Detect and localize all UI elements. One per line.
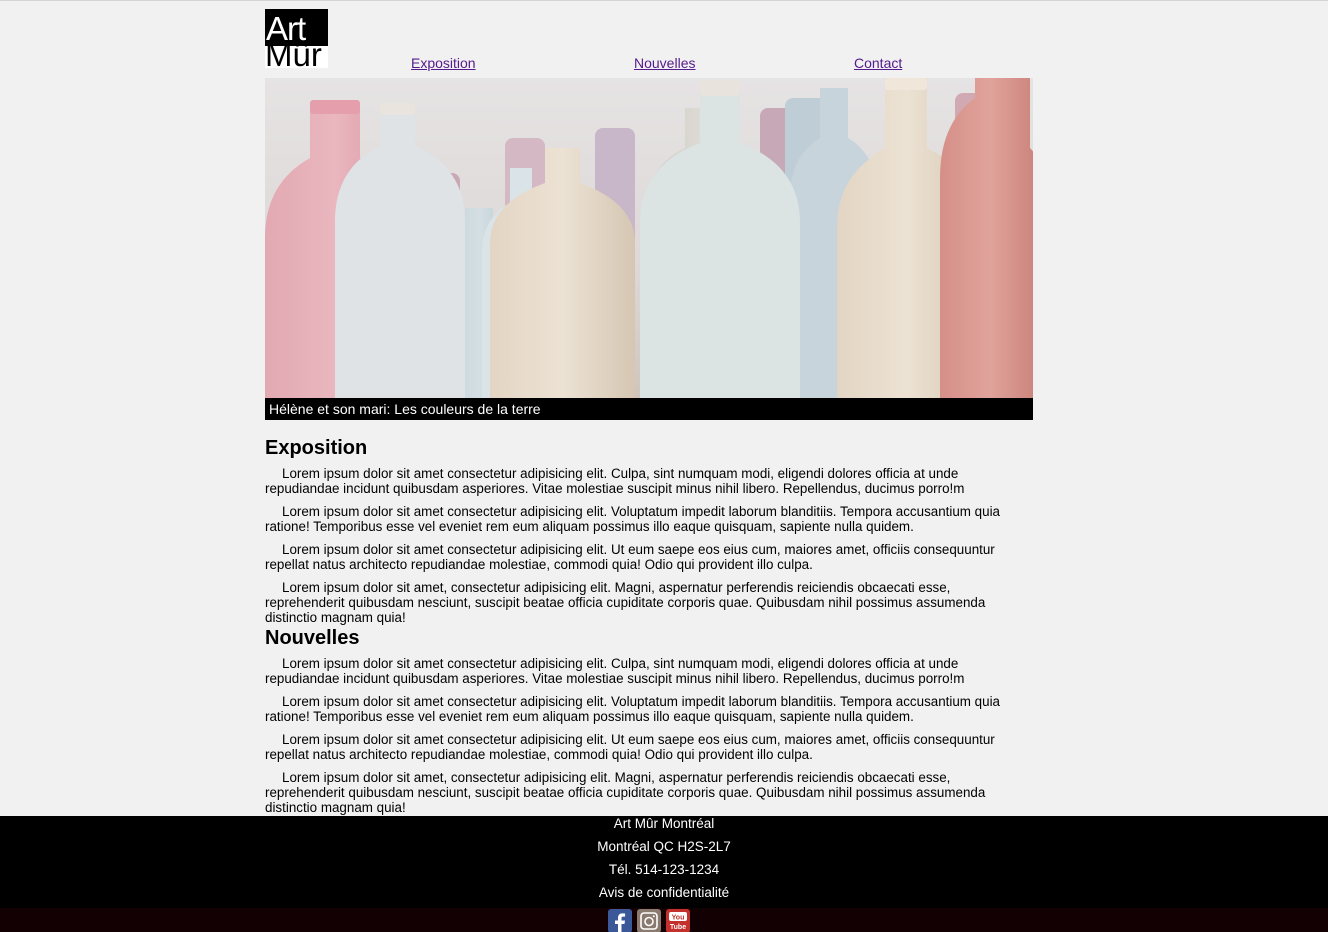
footer-name: Art Mûr Montréal	[613, 816, 715, 831]
nouvelles-paragraph: Lorem ipsum dolor sit amet consectetur a…	[265, 732, 995, 762]
nouvelles-paragraph: Lorem ipsum dolor sit amet consectetur a…	[265, 656, 965, 686]
exposition-section: Exposition Lorem ipsum dolor sit amet co…	[265, 437, 1033, 633]
svg-text:Tube: Tube	[670, 924, 686, 931]
social-links: You Tube	[608, 909, 692, 932]
exposition-heading: Exposition	[265, 437, 368, 459]
nav-link-contact[interactable]: Contact	[854, 55, 902, 71]
exposition-paragraph: Lorem ipsum dolor sit amet consectetur a…	[265, 466, 965, 496]
svg-text:You: You	[672, 915, 685, 922]
facebook-icon[interactable]	[608, 909, 632, 932]
footer-privacy-link[interactable]: Avis de confidentialité	[0, 885, 1328, 908]
nouvelles-paragraph: Lorem ipsum dolor sit amet consectetur a…	[265, 694, 1000, 724]
youtube-icon[interactable]: You Tube	[666, 909, 690, 932]
nav-link-nouvelles[interactable]: Nouvelles	[634, 55, 695, 71]
main-nav: Exposition Nouvelles Contact	[265, 55, 1033, 75]
nouvelles-paragraph: Lorem ipsum dolor sit amet, consectetur …	[265, 770, 986, 815]
exposition-paragraph: Lorem ipsum dolor sit amet, consectetur …	[265, 580, 986, 625]
site-footer: Art Mûr Montréal Montréal QC H2S-2L7 Tél…	[0, 816, 1328, 932]
exposition-paragraph: Lorem ipsum dolor sit amet consectetur a…	[265, 542, 995, 572]
hero-image	[265, 78, 1033, 398]
hero-caption: Hélène et son mari: Les couleurs de la t…	[265, 398, 1033, 420]
footer-address: Montréal QC H2S-2L7	[597, 839, 731, 854]
exposition-paragraph: Lorem ipsum dolor sit amet consectetur a…	[265, 504, 1000, 534]
footer-phone: Tél. 514-123-1234	[608, 862, 720, 877]
nouvelles-section: Nouvelles Lorem ipsum dolor sit amet con…	[265, 627, 1033, 823]
instagram-icon[interactable]	[637, 909, 661, 932]
nouvelles-heading: Nouvelles	[265, 627, 360, 649]
nav-link-exposition[interactable]: Exposition	[411, 55, 476, 71]
